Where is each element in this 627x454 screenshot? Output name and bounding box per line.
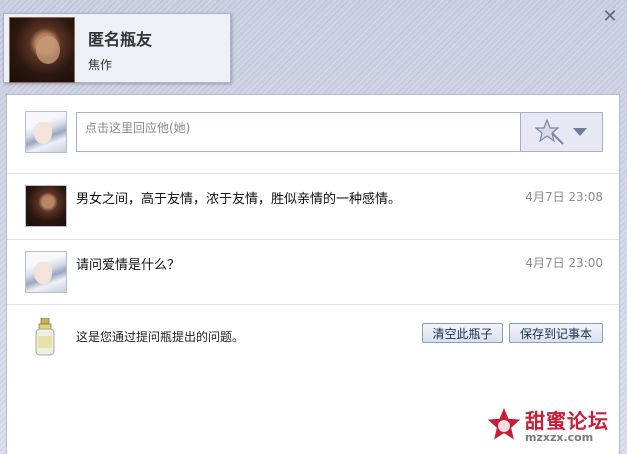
message-item: 男女之间，高于友情，浓于友情，胜似亲情的一种感情。 4月7日 23:08 xyxy=(7,174,619,240)
save-to-notepad-button[interactable]: 保存到记事本 xyxy=(509,323,603,343)
chevron-down-icon[interactable] xyxy=(573,128,587,136)
sender-location: 焦作 xyxy=(88,58,113,72)
star-logo-icon xyxy=(485,405,523,443)
reply-input[interactable]: 点击这里回应他(她) xyxy=(76,112,521,152)
magic-wand-icon[interactable] xyxy=(535,118,565,146)
message-time: 4月7日 23:08 xyxy=(525,190,603,204)
message-time: 4月7日 23:00 xyxy=(525,256,603,270)
sender-message-avatar xyxy=(25,185,67,227)
close-icon[interactable]: ✕ xyxy=(601,8,619,26)
forum-watermark: 甜蜜论坛 mzxzx.com xyxy=(485,403,621,451)
conversation-panel: 点击这里回应他(她) 男女之间，高于友情，浓于友情，胜似亲情的一种感情。 4月7… xyxy=(6,94,620,454)
bottle-icon xyxy=(35,318,55,356)
message-text: 请问爱情是什么？ xyxy=(76,258,181,273)
sender-name: 匿名瓶友 xyxy=(88,30,153,49)
footer-note: 这是您通过提问瓶提出的问题。 xyxy=(76,330,245,344)
message-text: 男女之间，高于友情，浓于友情，胜似亲情的一种感情。 xyxy=(76,192,402,207)
watermark-brand: 甜蜜论坛 xyxy=(525,409,609,433)
watermark-url: mzxzx.com xyxy=(525,431,594,444)
reply-row: 点击这里回应他(她) xyxy=(7,95,619,174)
bottle-footer: 这是您通过提问瓶提出的问题。 清空此瓶子 保存到记事本 xyxy=(7,305,619,365)
my-message-avatar xyxy=(25,251,67,293)
sender-header: 匿名瓶友 焦作 xyxy=(3,13,231,83)
sender-avatar xyxy=(9,17,75,83)
message-item: 请问爱情是什么？ 4月7日 23:00 xyxy=(7,240,619,305)
clear-bottle-button[interactable]: 清空此瓶子 xyxy=(422,323,503,343)
reply-tools xyxy=(521,112,603,152)
my-avatar xyxy=(25,111,67,153)
